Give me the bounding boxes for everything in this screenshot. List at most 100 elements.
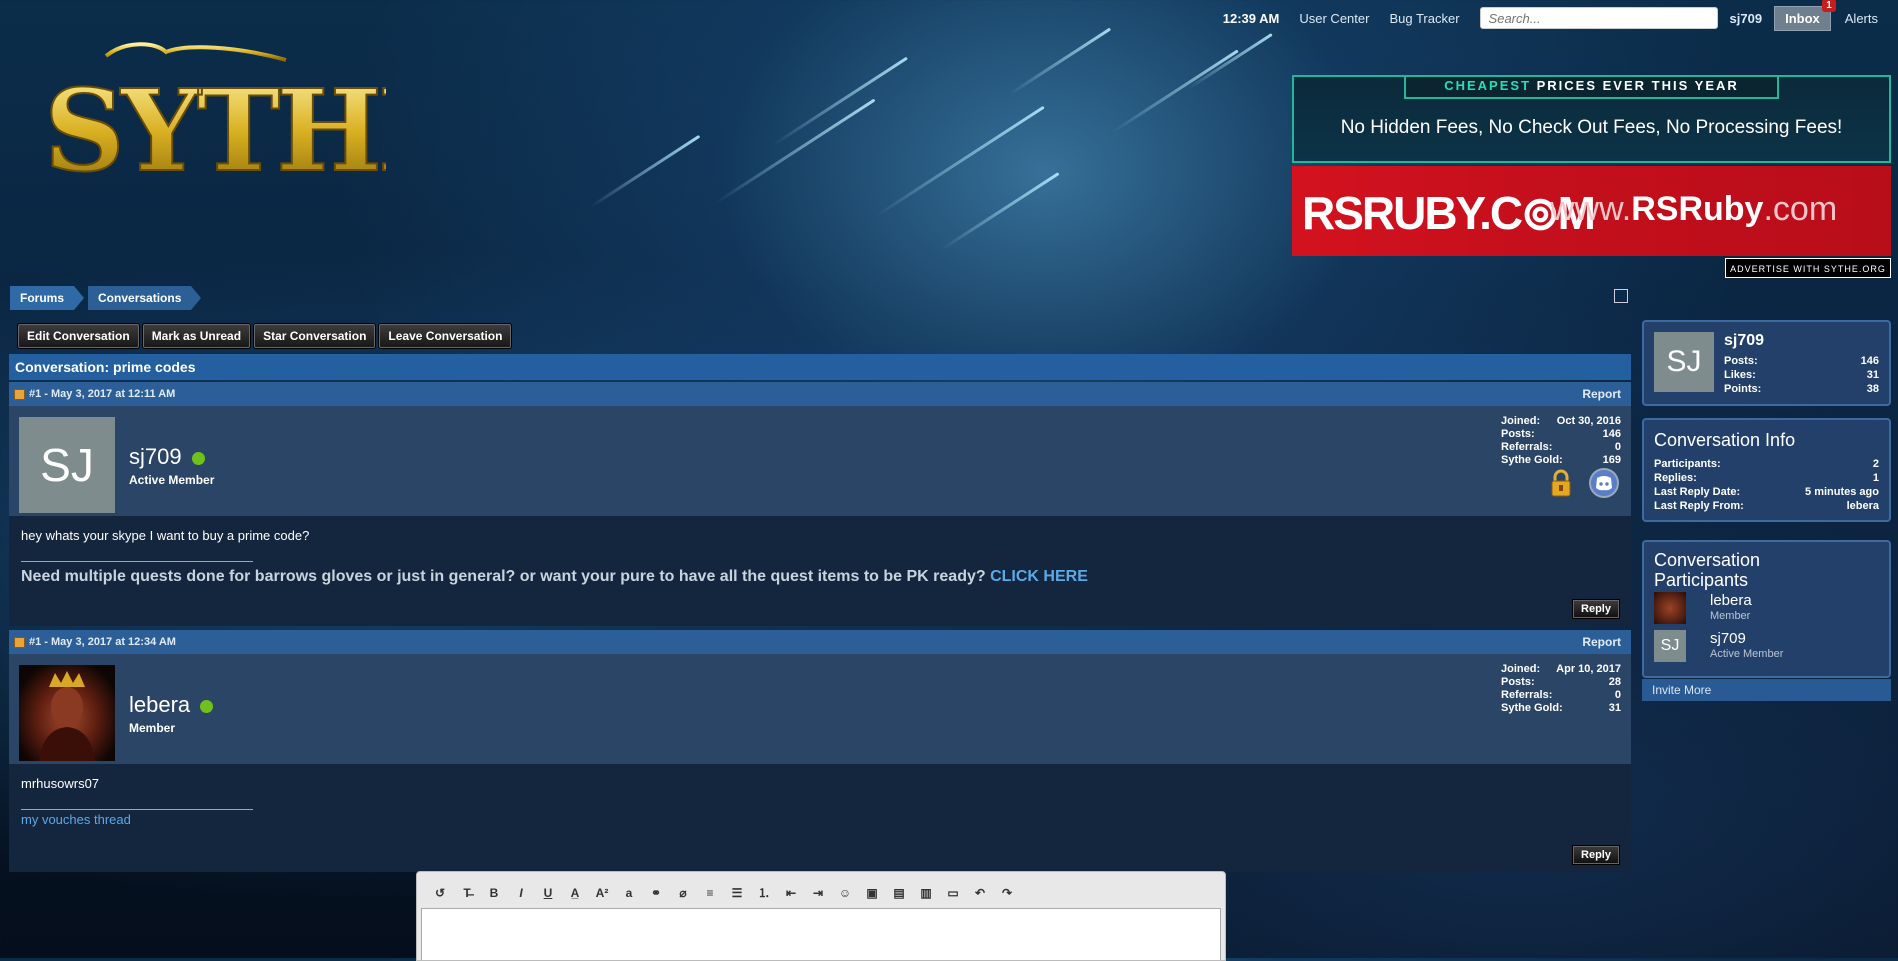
online-status-icon <box>200 699 214 713</box>
reply-button[interactable]: Reply <box>1573 600 1619 618</box>
post-flag-icon <box>14 637 25 648</box>
post-header: #1 - May 3, 2017 at 12:34 AM Report <box>9 630 1631 654</box>
avatar[interactable]: SJ <box>1654 332 1714 392</box>
user-role: Active Member <box>129 473 215 487</box>
post-message: mrhusowrs07 <box>21 776 100 791</box>
redo-icon[interactable]: ↷ <box>996 884 1018 902</box>
indent-icon[interactable]: ⇥ <box>807 884 829 902</box>
background-streak <box>714 98 876 205</box>
save-draft-icon[interactable]: ▭ <box>942 884 964 902</box>
post-message: hey whats your skype I want to buy a pri… <box>21 528 310 543</box>
post-body: hey whats your skype I want to buy a pri… <box>9 516 1631 626</box>
background-streak <box>1111 49 1239 134</box>
leave-conversation-button[interactable]: Leave Conversation <box>379 324 512 348</box>
background-streak <box>589 134 701 209</box>
post-user-block: lebera Member Joined: Apr 10, 2017 Posts:… <box>9 654 1631 764</box>
conversation-actions: Edit Conversation Mark as Unread Star Co… <box>18 324 515 348</box>
signature-divider <box>21 809 253 810</box>
insert-icon[interactable]: ▥ <box>915 884 937 902</box>
popout-icon[interactable] <box>1614 289 1628 303</box>
font-size-icon[interactable]: A² <box>591 884 613 902</box>
post-signature: Need multiple quests done for barrows gl… <box>21 568 1088 585</box>
post-header: #1 - May 3, 2017 at 12:11 AM Report <box>9 382 1631 406</box>
post-date[interactable]: #1 - May 3, 2017 at 12:34 AM <box>29 636 176 648</box>
reply-button[interactable]: Reply <box>1573 846 1619 864</box>
svg-text:SYTHE: SYTHE <box>44 66 386 193</box>
underline-icon[interactable]: U <box>537 884 559 902</box>
inbox-button[interactable]: Inbox 1 <box>1774 0 1836 31</box>
editor-text-area[interactable] <box>421 908 1221 960</box>
user-stats: Joined: Oct 30, 2016 Posts: 146 Referrals:… <box>1501 415 1621 466</box>
link-icon[interactable]: ⚭ <box>645 884 667 902</box>
reply-editor: ↺ T̶ B I U A̲ A² a ⚭ ⌀ ≡ ☰ ⒈ ⇤ ⇥ ☺ ▣ ▤ ▥… <box>416 871 1226 961</box>
sidebar-profile: SJ sj709 Posts: 146 Likes: 31 Points: 38 <box>1642 320 1891 406</box>
participant-item[interactable]: SJ sj709 Active Member <box>1654 630 1783 662</box>
conversation-info-title: Conversation Info <box>1654 430 1796 450</box>
vouches-thread-link[interactable]: my vouches thread <box>21 812 1619 827</box>
participants-title: Conversation Participants <box>1654 550 1761 590</box>
post-body: mrhusowrs07 my vouches thread Reply <box>9 764 1631 872</box>
breadcrumb-conversations[interactable]: Conversations <box>88 286 202 310</box>
sidebar-username[interactable]: sj709 <box>1724 332 1764 350</box>
unlink-icon[interactable]: ⌀ <box>672 884 694 902</box>
bullet-list-icon[interactable]: ☰ <box>726 884 748 902</box>
message-post: #1 - May 3, 2017 at 12:34 AM Report lebe… <box>9 630 1631 872</box>
undo-format-icon[interactable]: ↺ <box>429 884 451 902</box>
font-family-icon[interactable]: a <box>618 884 640 902</box>
inbox-label: Inbox <box>1785 10 1820 26</box>
sythe-logo[interactable]: SYTHE <box>36 38 464 198</box>
post-flag-icon <box>14 389 25 400</box>
post-username[interactable]: sj709 <box>129 444 205 470</box>
bug-tracker-link[interactable]: Bug Tracker <box>1389 11 1459 26</box>
search-input[interactable] <box>1479 7 1718 29</box>
outdent-icon[interactable]: ⇤ <box>780 884 802 902</box>
avatar: SJ <box>1654 630 1686 662</box>
post-username[interactable]: lebera <box>129 692 214 718</box>
inbox-count-badge: 1 <box>1822 0 1836 12</box>
avatar <box>1654 592 1686 624</box>
breadcrumb: Forums Conversations <box>10 286 205 310</box>
report-link[interactable]: Report <box>1582 382 1621 406</box>
remove-format-icon[interactable]: T̶ <box>456 884 478 902</box>
username-link[interactable]: sj709 <box>1730 11 1763 26</box>
italic-icon[interactable]: I <box>510 884 532 902</box>
align-icon[interactable]: ≡ <box>699 884 721 902</box>
breadcrumb-forums[interactable]: Forums <box>10 286 85 310</box>
advertise-link[interactable]: ADVERTISE WITH SYTHE.ORG <box>1725 258 1891 278</box>
user-center-link[interactable]: User Center <box>1299 11 1369 26</box>
report-link[interactable]: Report <box>1582 630 1621 654</box>
signature-divider <box>21 561 253 562</box>
editor-toolbar: ↺ T̶ B I U A̲ A² a ⚭ ⌀ ≡ ☰ ⒈ ⇤ ⇥ ☺ ▣ ▤ ▥… <box>417 872 1225 905</box>
discord-icon[interactable] <box>1589 468 1619 498</box>
image-icon[interactable]: ▣ <box>861 884 883 902</box>
current-time: 12:39 AM <box>1222 10 1280 26</box>
avatar[interactable]: SJ <box>19 417 115 513</box>
numbered-list-icon[interactable]: ⒈ <box>753 884 775 902</box>
ad-banner-subtitle: No Hidden Fees, No Check Out Fees, No Pr… <box>1340 117 1843 138</box>
alerts-link[interactable]: Alerts <box>1845 11 1878 26</box>
post-date[interactable]: #1 - May 3, 2017 at 12:11 AM <box>29 388 175 400</box>
bold-icon[interactable]: B <box>483 884 505 902</box>
message-post: #1 - May 3, 2017 at 12:11 AM Report SJ s… <box>9 382 1631 626</box>
avatar[interactable] <box>19 665 115 761</box>
invite-more-button[interactable]: Invite More <box>1642 679 1891 701</box>
top-navigation-bar: 12:39 AM User Center Bug Tracker sj709 I… <box>1223 0 1898 36</box>
user-stats: Joined: Apr 10, 2017 Posts: 28 Referrals: 0… <box>1501 663 1621 714</box>
online-status-icon <box>191 451 205 465</box>
background-streak <box>1187 33 1273 90</box>
ad-banner-cheapest-prices[interactable]: CHEAPEST PRICES EVER THIS YEAR No Hidden… <box>1292 75 1891 163</box>
media-icon[interactable]: ▤ <box>888 884 910 902</box>
ad-banner-rsruby[interactable]: RSRUBY.C⊚M www.RSRuby.com <box>1292 166 1891 256</box>
sidebar-conversation-info: Conversation Info Participants: 2 Replies… <box>1642 418 1891 522</box>
ad-banner-header: CHEAPEST PRICES EVER THIS YEAR <box>1404 77 1779 99</box>
background-streak <box>772 56 908 147</box>
edit-conversation-button[interactable]: Edit Conversation <box>18 324 139 348</box>
signature-link[interactable]: CLICK HERE <box>990 568 1088 585</box>
smilie-icon[interactable]: ☺ <box>834 884 856 902</box>
text-color-icon[interactable]: A̲ <box>564 884 586 902</box>
star-conversation-button[interactable]: Star Conversation <box>254 324 376 348</box>
lock-icon <box>1551 469 1571 497</box>
undo-icon[interactable]: ↶ <box>969 884 991 902</box>
mark-unread-button[interactable]: Mark as Unread <box>142 324 251 348</box>
participant-item[interactable]: lebera Member <box>1654 592 1752 624</box>
